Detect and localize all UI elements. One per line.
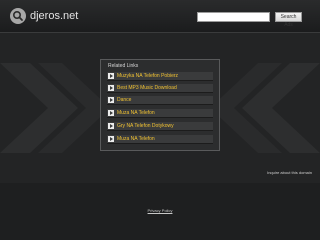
site-name[interactable]: djeros.net xyxy=(30,8,78,24)
list-item[interactable]: Dance xyxy=(107,96,213,105)
arrow-right-icon xyxy=(108,110,114,116)
list-item[interactable]: Best MP3 Music Download xyxy=(107,84,213,93)
search-input[interactable] xyxy=(197,12,270,22)
related-links-panel: Related Links Muzyka NA Telefon Pobierz … xyxy=(100,59,220,151)
list-item[interactable]: Gry NA Telefon Dotykowy xyxy=(107,122,213,131)
related-links-title: Related Links xyxy=(108,63,139,69)
header-bar: djeros.net Search Ads xyxy=(0,0,320,33)
related-link[interactable]: Muza NA Telefon xyxy=(117,135,155,143)
magnifier-logo-icon[interactable] xyxy=(10,8,26,24)
related-link[interactable]: Muza NA Telefon xyxy=(117,109,155,117)
list-item[interactable]: Muzyka NA Telefon Pobierz xyxy=(107,72,213,81)
related-link[interactable]: Gry NA Telefon Dotykowy xyxy=(117,122,174,130)
privacy-policy-link[interactable]: Privacy Policy xyxy=(130,208,190,214)
inquire-link[interactable]: Inquire about this domain xyxy=(200,170,312,176)
arrow-right-icon xyxy=(108,136,114,142)
related-link[interactable]: Dance xyxy=(117,96,131,104)
related-link[interactable]: Muzyka NA Telefon Pobierz xyxy=(117,72,178,80)
search-ads-button[interactable]: Search Ads xyxy=(275,12,302,28)
related-link[interactable]: Best MP3 Music Download xyxy=(117,84,177,92)
arrow-right-icon xyxy=(108,85,114,91)
arrow-right-icon xyxy=(108,123,114,129)
list-item[interactable]: Muza NA Telefon xyxy=(107,135,213,144)
list-item[interactable]: Muza NA Telefon xyxy=(107,109,213,118)
arrow-right-icon xyxy=(108,97,114,103)
arrow-right-icon xyxy=(108,73,114,79)
